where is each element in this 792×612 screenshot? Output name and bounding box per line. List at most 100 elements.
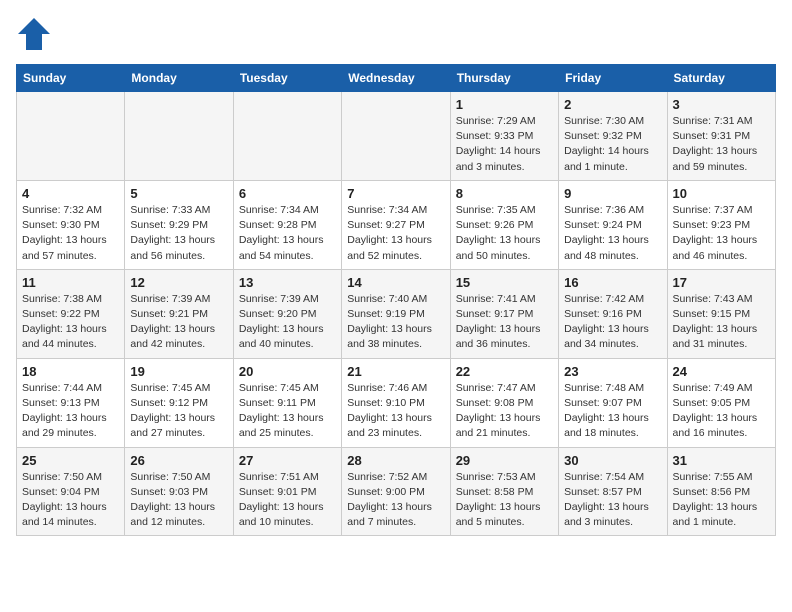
calendar-cell: [125, 92, 233, 181]
weekday-header-saturday: Saturday: [667, 65, 775, 92]
calendar-cell: 12 Sunrise: 7:39 AM Sunset: 9:21 PM Dayli…: [125, 269, 233, 358]
day-info: Sunrise: 7:51 AM Sunset: 9:01 PM Dayligh…: [239, 470, 336, 531]
day-number: 3: [673, 97, 770, 112]
calendar-cell: [342, 92, 450, 181]
weekday-header-tuesday: Tuesday: [233, 65, 341, 92]
day-info: Sunrise: 7:33 AM Sunset: 9:29 PM Dayligh…: [130, 203, 227, 264]
day-info: Sunrise: 7:53 AM Sunset: 8:58 PM Dayligh…: [456, 470, 553, 531]
calendar-week-2: 4 Sunrise: 7:32 AM Sunset: 9:30 PM Daylig…: [17, 180, 776, 269]
day-number: 20: [239, 364, 336, 379]
day-number: 23: [564, 364, 661, 379]
calendar-cell: 16 Sunrise: 7:42 AM Sunset: 9:16 PM Dayli…: [559, 269, 667, 358]
calendar-cell: 18 Sunrise: 7:44 AM Sunset: 9:13 PM Dayli…: [17, 358, 125, 447]
calendar-body: 1 Sunrise: 7:29 AM Sunset: 9:33 PM Daylig…: [17, 92, 776, 536]
day-info: Sunrise: 7:54 AM Sunset: 8:57 PM Dayligh…: [564, 470, 661, 531]
day-info: Sunrise: 7:41 AM Sunset: 9:17 PM Dayligh…: [456, 292, 553, 353]
calendar-cell: 19Sunrise: 7:45 AM Sunset: 9:12 PM Dayli…: [125, 358, 233, 447]
day-info: Sunrise: 7:52 AM Sunset: 9:00 PM Dayligh…: [347, 470, 444, 531]
day-number: 4: [22, 186, 119, 201]
day-number: 12: [130, 275, 227, 290]
calendar-cell: 5 Sunrise: 7:33 AM Sunset: 9:29 PM Daylig…: [125, 180, 233, 269]
calendar-cell: 27 Sunrise: 7:51 AM Sunset: 9:01 PM Dayli…: [233, 447, 341, 536]
day-info: Sunrise: 7:42 AM Sunset: 9:16 PM Dayligh…: [564, 292, 661, 353]
day-info: Sunrise: 7:30 AM Sunset: 9:32 PM Dayligh…: [564, 114, 661, 175]
day-number: 8: [456, 186, 553, 201]
calendar-cell: 26 Sunrise: 7:50 AM Sunset: 9:03 PM Dayli…: [125, 447, 233, 536]
calendar-cell: 2 Sunrise: 7:30 AM Sunset: 9:32 PM Daylig…: [559, 92, 667, 181]
calendar-cell: 28 Sunrise: 7:52 AM Sunset: 9:00 PM Dayli…: [342, 447, 450, 536]
day-info: Sunrise: 7:50 AM Sunset: 9:03 PM Dayligh…: [130, 470, 227, 531]
calendar-cell: 22Sunrise: 7:47 AM Sunset: 9:08 PM Dayli…: [450, 358, 558, 447]
day-info: Sunrise: 7:29 AM Sunset: 9:33 PM Dayligh…: [456, 114, 553, 175]
page-header: [16, 16, 776, 52]
calendar-cell: 23Sunrise: 7:48 AM Sunset: 9:07 PM Dayli…: [559, 358, 667, 447]
weekday-header-friday: Friday: [559, 65, 667, 92]
day-number: 26: [130, 453, 227, 468]
day-info: Sunrise: 7:45 AM Sunset: 9:12 PM Dayligh…: [130, 381, 227, 442]
calendar-cell: 1 Sunrise: 7:29 AM Sunset: 9:33 PM Daylig…: [450, 92, 558, 181]
weekday-header-sunday: Sunday: [17, 65, 125, 92]
day-info: Sunrise: 7:36 AM Sunset: 9:24 PM Dayligh…: [564, 203, 661, 264]
day-number: 15: [456, 275, 553, 290]
day-info: Sunrise: 7:32 AM Sunset: 9:30 PM Dayligh…: [22, 203, 119, 264]
calendar-cell: 14 Sunrise: 7:40 AM Sunset: 9:19 PM Dayli…: [342, 269, 450, 358]
calendar-table: SundayMondayTuesdayWednesdayThursdayFrid…: [16, 64, 776, 536]
day-info: Sunrise: 7:46 AM Sunset: 9:10 PM Dayligh…: [347, 381, 444, 442]
calendar-cell: 3 Sunrise: 7:31 AM Sunset: 9:31 PM Daylig…: [667, 92, 775, 181]
calendar-cell: 8 Sunrise: 7:35 AM Sunset: 9:26 PM Daylig…: [450, 180, 558, 269]
day-number: 16: [564, 275, 661, 290]
calendar-cell: 24Sunrise: 7:49 AM Sunset: 9:05 PM Dayli…: [667, 358, 775, 447]
day-info: Sunrise: 7:40 AM Sunset: 9:19 PM Dayligh…: [347, 292, 444, 353]
day-info: Sunrise: 7:31 AM Sunset: 9:31 PM Dayligh…: [673, 114, 770, 175]
day-info: Sunrise: 7:44 AM Sunset: 9:13 PM Dayligh…: [22, 381, 119, 442]
day-number: 6: [239, 186, 336, 201]
day-number: 31: [673, 453, 770, 468]
day-info: Sunrise: 7:38 AM Sunset: 9:22 PM Dayligh…: [22, 292, 119, 353]
day-info: Sunrise: 7:34 AM Sunset: 9:27 PM Dayligh…: [347, 203, 444, 264]
day-number: 13: [239, 275, 336, 290]
calendar-cell: 17Sunrise: 7:43 AM Sunset: 9:15 PM Dayli…: [667, 269, 775, 358]
day-info: Sunrise: 7:55 AM Sunset: 8:56 PM Dayligh…: [673, 470, 770, 531]
calendar-week-1: 1 Sunrise: 7:29 AM Sunset: 9:33 PM Daylig…: [17, 92, 776, 181]
day-number: 11: [22, 275, 119, 290]
calendar-cell: 15 Sunrise: 7:41 AM Sunset: 9:17 PM Dayli…: [450, 269, 558, 358]
calendar-header: SundayMondayTuesdayWednesdayThursdayFrid…: [17, 65, 776, 92]
day-number: 7: [347, 186, 444, 201]
calendar-cell: 11 Sunrise: 7:38 AM Sunset: 9:22 PM Dayli…: [17, 269, 125, 358]
day-number: 30: [564, 453, 661, 468]
day-number: 25: [22, 453, 119, 468]
day-info: Sunrise: 7:39 AM Sunset: 9:21 PM Dayligh…: [130, 292, 227, 353]
day-info: Sunrise: 7:50 AM Sunset: 9:04 PM Dayligh…: [22, 470, 119, 531]
calendar-cell: 6 Sunrise: 7:34 AM Sunset: 9:28 PM Daylig…: [233, 180, 341, 269]
logo-icon: [16, 16, 52, 52]
calendar-cell: 29Sunrise: 7:53 AM Sunset: 8:58 PM Dayli…: [450, 447, 558, 536]
day-number: 21: [347, 364, 444, 379]
weekday-header-monday: Monday: [125, 65, 233, 92]
day-number: 18: [22, 364, 119, 379]
weekday-header-wednesday: Wednesday: [342, 65, 450, 92]
day-number: 17: [673, 275, 770, 290]
day-number: 28: [347, 453, 444, 468]
day-number: 1: [456, 97, 553, 112]
day-number: 9: [564, 186, 661, 201]
calendar-cell: 25 Sunrise: 7:50 AM Sunset: 9:04 PM Dayli…: [17, 447, 125, 536]
calendar-cell: 20Sunrise: 7:45 AM Sunset: 9:11 PM Dayli…: [233, 358, 341, 447]
day-info: Sunrise: 7:47 AM Sunset: 9:08 PM Dayligh…: [456, 381, 553, 442]
calendar-cell: 9 Sunrise: 7:36 AM Sunset: 9:24 PM Daylig…: [559, 180, 667, 269]
calendar-cell: 10Sunrise: 7:37 AM Sunset: 9:23 PM Dayli…: [667, 180, 775, 269]
day-number: 5: [130, 186, 227, 201]
day-info: Sunrise: 7:35 AM Sunset: 9:26 PM Dayligh…: [456, 203, 553, 264]
day-number: 27: [239, 453, 336, 468]
day-number: 14: [347, 275, 444, 290]
calendar-cell: 7 Sunrise: 7:34 AM Sunset: 9:27 PM Daylig…: [342, 180, 450, 269]
calendar-week-3: 11 Sunrise: 7:38 AM Sunset: 9:22 PM Dayli…: [17, 269, 776, 358]
calendar-week-4: 18 Sunrise: 7:44 AM Sunset: 9:13 PM Dayli…: [17, 358, 776, 447]
calendar-cell: 21 Sunrise: 7:46 AM Sunset: 9:10 PM Dayli…: [342, 358, 450, 447]
day-number: 2: [564, 97, 661, 112]
day-number: 24: [673, 364, 770, 379]
weekday-row: SundayMondayTuesdayWednesdayThursdayFrid…: [17, 65, 776, 92]
calendar-cell: 31 Sunrise: 7:55 AM Sunset: 8:56 PM Dayli…: [667, 447, 775, 536]
day-number: 10: [673, 186, 770, 201]
weekday-header-thursday: Thursday: [450, 65, 558, 92]
day-info: Sunrise: 7:34 AM Sunset: 9:28 PM Dayligh…: [239, 203, 336, 264]
